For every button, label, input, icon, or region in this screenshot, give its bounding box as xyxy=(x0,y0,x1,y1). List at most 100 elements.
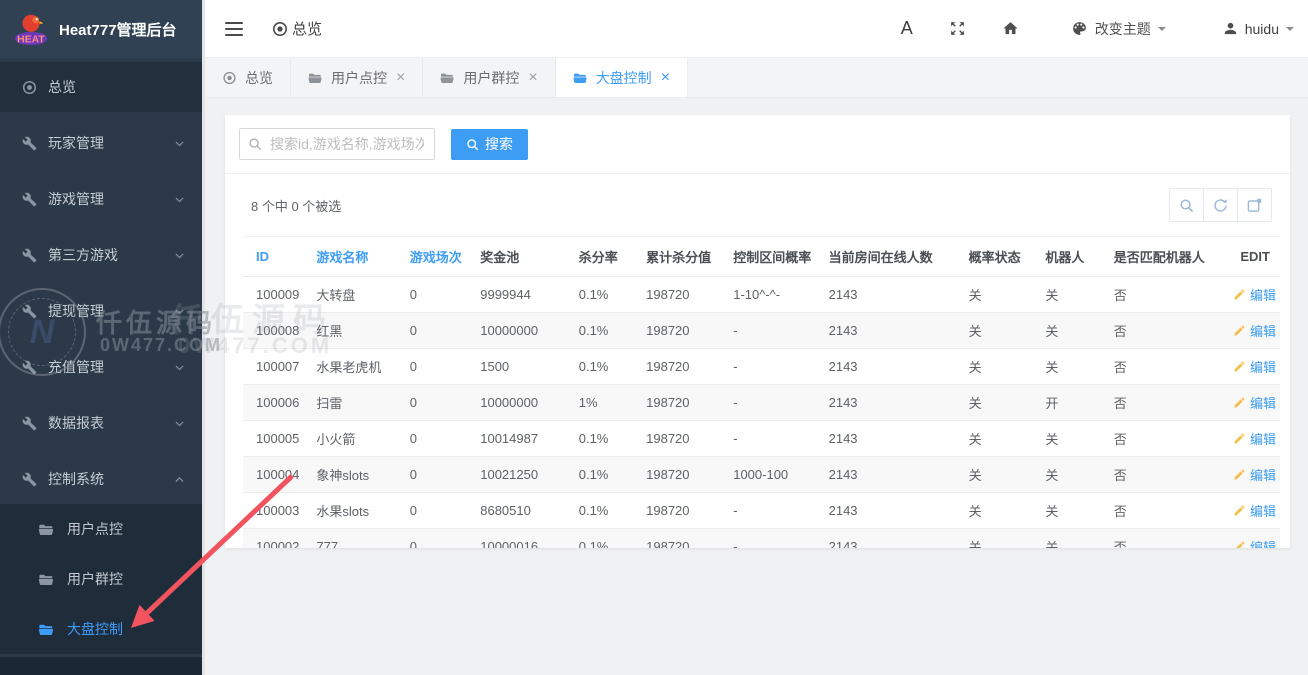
table-head: ID游戏名称游戏场次奖金池杀分率累计杀分值控制区间概率当前房间在线人数概率状态机… xyxy=(243,237,1280,277)
cell-game_name: 大转盘 xyxy=(310,277,403,313)
cell-game_session: 0 xyxy=(404,313,475,349)
table-row: 100009大转盘099999440.1%1987201-10^-^-2143关… xyxy=(243,277,1280,313)
cell-game_session: 0 xyxy=(404,457,475,493)
column-header-prob_state: 概率状态 xyxy=(963,237,1040,277)
edit-link[interactable]: 编辑 xyxy=(1233,537,1276,548)
edit-label: 编辑 xyxy=(1250,321,1276,340)
fullscreen-button[interactable] xyxy=(949,20,966,37)
eye-icon xyxy=(272,21,288,37)
sidebar-item-withdraw-mgmt[interactable]: 提现管理 xyxy=(0,286,202,336)
sidebar-item-recharge-mgmt[interactable]: 充值管理 xyxy=(0,342,202,392)
cell-edit: 编辑 xyxy=(1227,385,1280,421)
tab-close-icon[interactable]: × xyxy=(528,70,537,86)
tab-user-point-control[interactable]: 用户点控× xyxy=(291,58,423,97)
column-header-kill_rate: 杀分率 xyxy=(573,237,640,277)
main-area: 总览 A 改变主题 huidu xyxy=(205,0,1308,675)
column-header-match_robot: 是否匹配机器人 xyxy=(1108,237,1227,277)
app-title: Heat777管理后台 xyxy=(59,19,177,40)
user-dropdown[interactable]: huidu xyxy=(1222,20,1294,37)
cell-game_session: 0 xyxy=(404,529,475,549)
edit-label: 编辑 xyxy=(1250,537,1276,548)
sidebar-item-overview[interactable]: 总览 xyxy=(0,62,202,112)
eye-icon xyxy=(222,71,237,85)
cell-match_robot: 否 xyxy=(1108,493,1227,529)
cell-id: 100003 xyxy=(243,493,310,529)
tab-overview[interactable]: 总览 xyxy=(205,58,291,97)
breadcrumb[interactable]: 总览 xyxy=(272,18,322,39)
wrench-icon xyxy=(22,472,37,487)
column-header-game_session[interactable]: 游戏场次 xyxy=(404,237,475,277)
tab-close-icon[interactable]: × xyxy=(396,70,405,86)
search-input[interactable] xyxy=(239,128,435,160)
edit-link[interactable]: 编辑 xyxy=(1233,357,1276,376)
data-card: 搜索 8 个中 0 个被选 ID游戏名称游戏场次奖金池杀分率累计杀分值控制区间概… xyxy=(225,115,1290,548)
home-button[interactable] xyxy=(1002,20,1019,37)
edit-link[interactable]: 编辑 xyxy=(1233,501,1276,520)
cell-robot: 关 xyxy=(1039,421,1107,457)
sidebar-subitem-label: 用户点控 xyxy=(67,519,123,539)
font-size-button[interactable]: A xyxy=(901,18,913,39)
cell-kill_rate: 0.1% xyxy=(573,529,640,549)
column-header-game_name[interactable]: 游戏名称 xyxy=(310,237,403,277)
cell-robot: 关 xyxy=(1039,349,1107,385)
cell-range_prob: - xyxy=(727,421,822,457)
cell-kill_rate: 0.1% xyxy=(573,313,640,349)
sidebar-item-control-system[interactable]: 控制系统 xyxy=(0,454,202,504)
tab-label: 总览 xyxy=(245,68,273,88)
cell-robot: 关 xyxy=(1039,493,1107,529)
wrench-icon xyxy=(22,304,37,319)
eye-icon xyxy=(22,80,37,95)
edit-link[interactable]: 编辑 xyxy=(1233,285,1276,304)
cell-prob_state: 关 xyxy=(963,349,1040,385)
columns-toggle-button[interactable] xyxy=(1237,188,1272,222)
wrench-icon xyxy=(22,360,37,375)
sidebar-item-data-report[interactable]: 数据报表 xyxy=(0,398,202,448)
cell-prize_pool: 10021250 xyxy=(474,457,573,493)
cell-game_name: 水果slots xyxy=(310,493,403,529)
sidebar-item-user-point-control[interactable]: 用户点控 xyxy=(0,504,202,554)
cell-prob_state: 关 xyxy=(963,313,1040,349)
folder-icon xyxy=(38,522,55,537)
app-root: HEAT Heat777管理后台 总览玩家管理游戏管理第三方游戏提现管理充值管理… xyxy=(0,0,1308,675)
sidebar-item-user-group-control[interactable]: 用户群控 xyxy=(0,554,202,604)
cell-prob_state: 关 xyxy=(963,421,1040,457)
cell-range_prob: 1-10^-^- xyxy=(727,277,822,313)
theme-dropdown[interactable]: 改变主题 xyxy=(1071,19,1166,39)
edit-label: 编辑 xyxy=(1250,285,1276,304)
column-header-kill_total: 累计杀分值 xyxy=(640,237,727,277)
refresh-button[interactable] xyxy=(1203,188,1238,222)
cell-id: 100006 xyxy=(243,385,310,421)
tab-close-icon[interactable]: × xyxy=(661,70,670,86)
edit-link[interactable]: 编辑 xyxy=(1233,393,1276,412)
column-header-id[interactable]: ID xyxy=(243,237,310,277)
folder-icon xyxy=(440,71,455,85)
cell-game_name: 象神slots xyxy=(310,457,403,493)
search-button[interactable]: 搜索 xyxy=(451,129,528,160)
sidebar-item-player-mgmt[interactable]: 玩家管理 xyxy=(0,118,202,168)
edit-link[interactable]: 编辑 xyxy=(1233,321,1276,340)
edit-link[interactable]: 编辑 xyxy=(1233,465,1276,484)
logo-text: HEAT xyxy=(17,34,45,45)
search-toggle-button[interactable] xyxy=(1169,188,1204,222)
table-row: 100003水果slots086805100.1%198720-2143关关否编… xyxy=(243,493,1280,529)
cell-prize_pool: 10000000 xyxy=(474,385,573,421)
tab-market-control[interactable]: 大盘控制× xyxy=(556,58,688,97)
cell-range_prob: - xyxy=(727,385,822,421)
edit-link[interactable]: 编辑 xyxy=(1233,429,1276,448)
sidebar-item-game-mgmt[interactable]: 游戏管理 xyxy=(0,174,202,224)
sidebar-submenu: 用户点控用户群控大盘控制 xyxy=(0,504,202,654)
sidebar-item-market-control[interactable]: 大盘控制 xyxy=(0,604,202,654)
cell-prob_state: 关 xyxy=(963,529,1040,549)
cell-game_session: 0 xyxy=(404,421,475,457)
search-row: 搜索 xyxy=(225,115,1290,174)
cell-edit: 编辑 xyxy=(1227,313,1280,349)
cell-online_count: 2143 xyxy=(823,313,963,349)
menu-toggle-button[interactable] xyxy=(225,22,243,36)
cell-robot: 关 xyxy=(1039,457,1107,493)
sidebar-item-third-party-games[interactable]: 第三方游戏 xyxy=(0,230,202,280)
cell-edit: 编辑 xyxy=(1227,421,1280,457)
cell-prob_state: 关 xyxy=(963,277,1040,313)
edit-label: 编辑 xyxy=(1250,357,1276,376)
topbar-tools: A 改变主题 huidu xyxy=(901,18,1294,39)
tab-user-group-control[interactable]: 用户群控× xyxy=(423,58,555,97)
